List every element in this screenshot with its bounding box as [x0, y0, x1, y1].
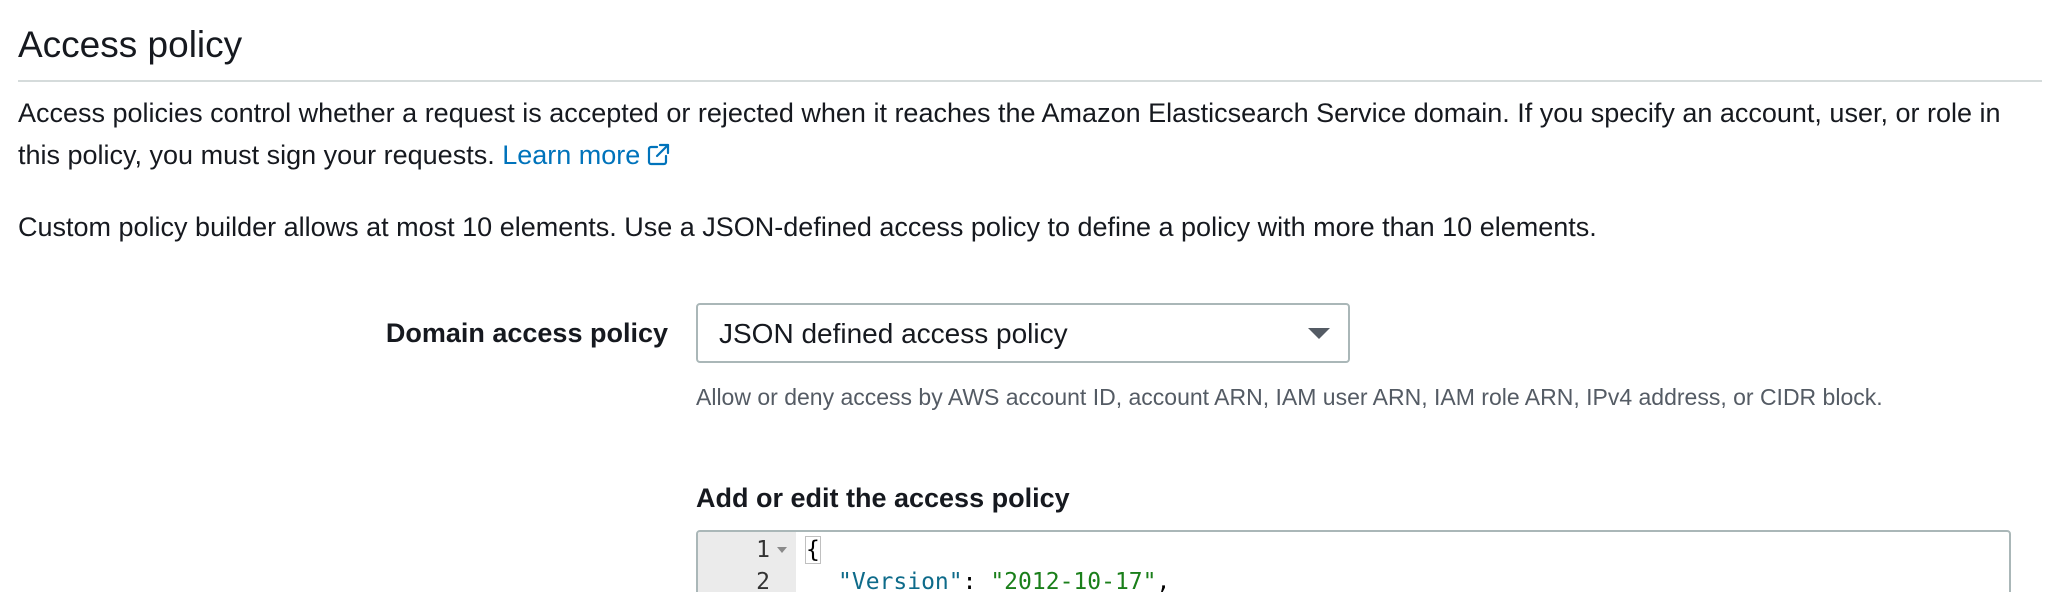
section-title: Access policy: [18, 24, 243, 65]
external-link-icon: [646, 137, 671, 179]
code-line[interactable]: 2 "Version": "2012-10-17",: [698, 566, 2009, 592]
json-trailing-comma: ,: [1156, 569, 1171, 592]
json-separator: :: [962, 569, 991, 592]
learn-more-label: Learn more: [502, 140, 641, 170]
open-brace: {: [805, 536, 821, 564]
description-text: Access policies control whether a reques…: [18, 98, 2001, 170]
fold-toggle-icon[interactable]: [777, 547, 787, 553]
json-key: "Version": [838, 569, 963, 592]
section-description: Access policies control whether a reques…: [18, 92, 2038, 179]
json-string-value: "2012-10-17": [990, 569, 1157, 592]
domain-access-policy-label: Domain access policy: [385, 318, 668, 348]
domain-access-policy-select[interactable]: JSON defined access policy: [696, 303, 1350, 363]
builder-note: Custom policy builder allows at most 10 …: [18, 212, 1597, 242]
domain-access-policy-hint: Allow or deny access by AWS account ID, …: [696, 384, 1883, 410]
editor-title: Add or edit the access policy: [696, 483, 1070, 513]
access-policy-section: Access policy Access policies control wh…: [0, 0, 2058, 592]
code-text: "Version": "2012-10-17",: [838, 566, 1170, 592]
select-value: JSON defined access policy: [719, 318, 1068, 349]
caret-down-icon: [1308, 328, 1330, 339]
line-number: 2: [756, 569, 770, 592]
json-policy-editor[interactable]: 1 { 2 "Version": "2012-10-17",: [696, 530, 2011, 592]
section-divider: [18, 80, 2042, 82]
line-number: 1: [756, 537, 770, 563]
code-line[interactable]: 1 {: [698, 534, 2009, 566]
learn-more-link[interactable]: Learn more: [502, 140, 671, 170]
code-text: {: [805, 534, 821, 566]
